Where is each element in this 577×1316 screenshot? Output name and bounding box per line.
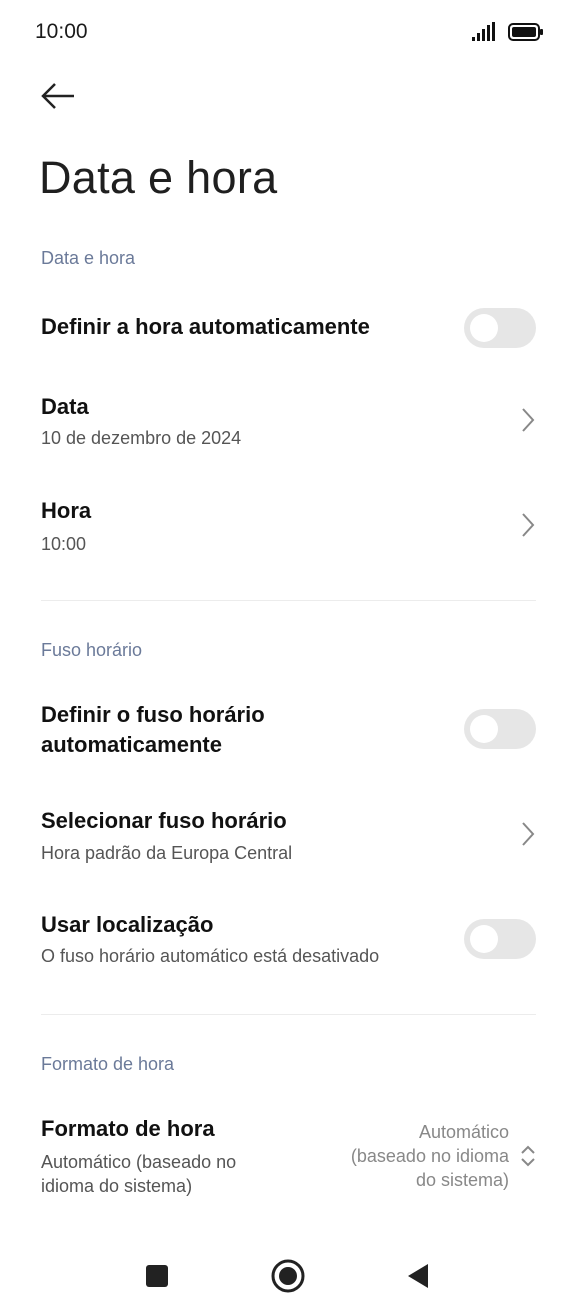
page-title: Data e hora [39, 152, 278, 203]
auto-timezone-toggle[interactable] [464, 709, 536, 749]
home-button[interactable] [266, 1254, 310, 1298]
status-icons [470, 22, 544, 42]
select-timezone-value: Hora padrão da Europa Central [41, 843, 293, 863]
use-location-row[interactable]: Usar localização O fuso horário automáti… [0, 900, 577, 978]
toggle-knob [470, 925, 498, 953]
battery-icon [508, 23, 543, 41]
auto-time-row[interactable]: Definir a hora automaticamente [0, 296, 577, 360]
chevron-up-down-icon[interactable] [518, 1142, 538, 1170]
navigation-bar [0, 1236, 577, 1316]
date-label: Data [41, 394, 89, 419]
use-location-toggle[interactable] [464, 919, 536, 959]
auto-timezone-row[interactable]: Definir o fuso horário automaticamente [0, 694, 577, 768]
section-divider [41, 600, 536, 601]
time-format-value[interactable]: Automático (baseado no idioma do sistema… [279, 1120, 509, 1192]
date-value: 10 de dezembro de 2024 [41, 428, 242, 448]
section-header-time-format: Formato de hora [41, 1054, 175, 1074]
time-format-subtitle-line2: idioma do sistema) [41, 1176, 193, 1196]
section-divider [41, 1014, 536, 1015]
time-value: 10:00 [41, 534, 87, 554]
time-row[interactable]: Hora 10:00 [0, 484, 577, 568]
time-format-value-line1: Automático [418, 1122, 509, 1142]
use-location-label: Usar localização [41, 912, 214, 937]
back-button[interactable] [28, 74, 88, 118]
time-format-value-line2: (baseado no idioma [350, 1146, 509, 1166]
chevron-right-icon [522, 408, 535, 432]
section-header-date-time: Data e hora [41, 248, 136, 268]
time-format-value-line3: do sistema) [415, 1170, 509, 1190]
circle-home-icon [271, 1259, 305, 1293]
auto-time-label: Definir a hora automaticamente [41, 314, 370, 339]
recents-button[interactable] [135, 1254, 179, 1298]
arrow-left-icon [41, 83, 74, 109]
time-label: Hora [41, 498, 92, 523]
chevron-right-icon [522, 822, 535, 846]
auto-timezone-label-line1: Definir o fuso horário [41, 702, 265, 727]
nav-back-button[interactable] [396, 1254, 440, 1298]
use-location-subtitle: O fuso horário automático está desativad… [41, 946, 380, 966]
square-icon [146, 1265, 168, 1287]
triangle-back-icon [408, 1264, 428, 1288]
toggle-knob [470, 715, 498, 743]
time-format-label: Formato de hora [41, 1116, 215, 1141]
toggle-knob [470, 314, 498, 342]
time-format-subtitle-line1: Automático (baseado no [41, 1152, 237, 1172]
auto-time-toggle[interactable] [464, 308, 536, 348]
auto-timezone-label-line2: automaticamente [41, 732, 222, 757]
section-header-timezone: Fuso horário [41, 640, 143, 660]
status-bar: 10:00 [0, 0, 577, 64]
chevron-right-icon [522, 513, 535, 537]
signal-bars-icon [472, 22, 495, 41]
select-timezone-row[interactable]: Selecionar fuso horário Hora padrão da E… [0, 796, 577, 874]
status-time: 10:00 [35, 20, 88, 43]
select-timezone-label: Selecionar fuso horário [41, 808, 287, 833]
date-row[interactable]: Data 10 de dezembro de 2024 [0, 380, 577, 464]
